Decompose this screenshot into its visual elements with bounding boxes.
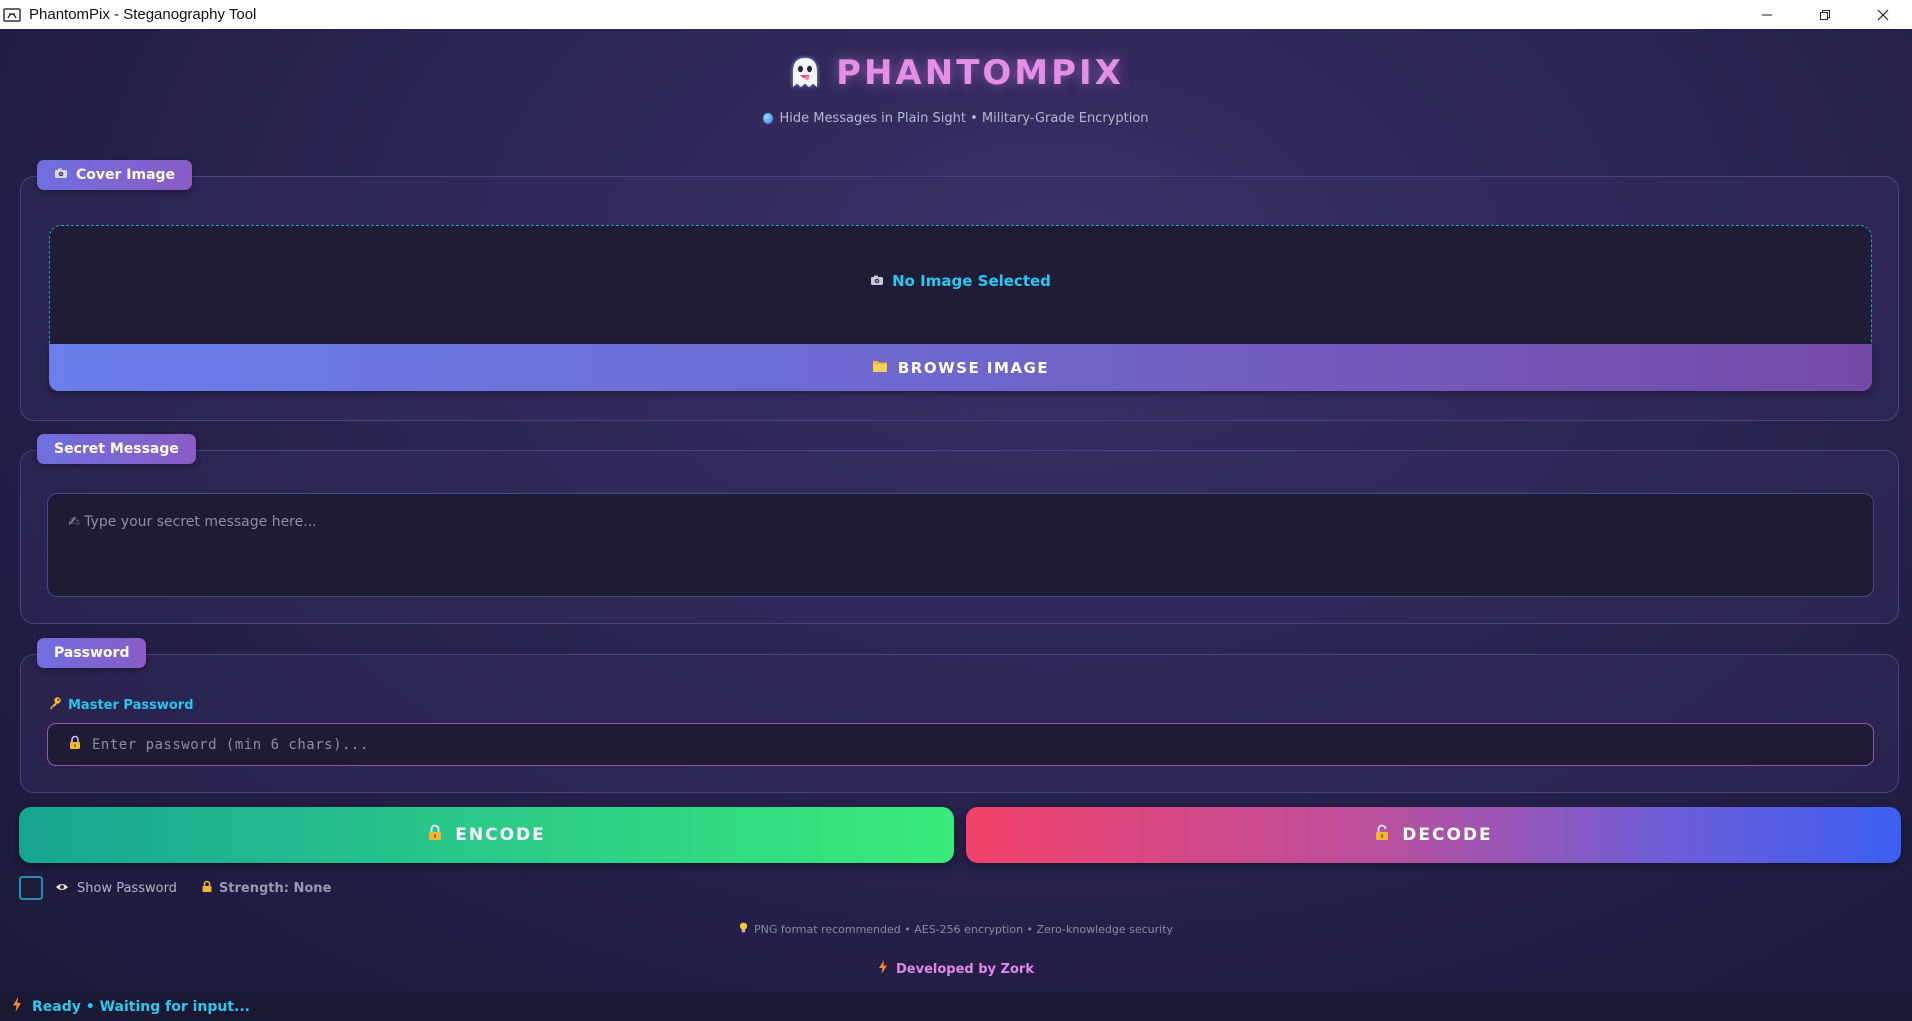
folder-icon <box>872 359 888 377</box>
encode-button[interactable]: ENCODE <box>19 807 954 863</box>
drop-icon <box>763 113 774 124</box>
footer-note: PNG format recommended • AES-256 encrypt… <box>0 922 1912 937</box>
secret-message-label: Secret Message <box>37 434 196 464</box>
app-header: PHANTOMPIX Hide Messages in Plain Sight … <box>0 53 1912 126</box>
lock-icon <box>427 824 443 846</box>
close-button[interactable] <box>1854 0 1912 29</box>
encode-label: ENCODE <box>455 825 546 845</box>
lightning-icon <box>878 960 888 978</box>
window-controls <box>1738 0 1912 29</box>
app-icon <box>3 7 21 23</box>
strength-text: Strength: None <box>218 880 332 896</box>
developer-credit: Developed by Zork <box>0 960 1912 978</box>
lock-icon <box>68 735 82 754</box>
tagline: Hide Messages in Plain Sight • Military-… <box>0 111 1912 126</box>
secret-message-input[interactable]: ✍ Type your secret message here... <box>47 493 1874 597</box>
lightbulb-icon <box>739 922 748 937</box>
status-text: Ready • Waiting for input... <box>32 998 250 1015</box>
restore-icon <box>1820 9 1830 20</box>
secret-message-label-text: Secret Message <box>54 441 179 457</box>
window-titlebar: PhantomPix - Steganography Tool <box>0 0 1912 29</box>
credit-text: Developed by Zork <box>896 961 1034 977</box>
cover-image-label: Cover Image <box>37 160 193 190</box>
key-icon <box>48 696 62 714</box>
message-placeholder: ✍ Type your secret message here... <box>68 514 317 530</box>
camera-icon <box>870 271 884 290</box>
close-icon <box>1877 9 1889 20</box>
decode-label: DECODE <box>1402 825 1493 845</box>
master-password-label: Master Password <box>48 696 194 714</box>
cover-image-label-text: Cover Image <box>76 167 176 183</box>
status-bar: Ready • Waiting for input... <box>0 992 1912 1021</box>
eye-icon <box>55 881 69 896</box>
app-title: PHANTOMPIX <box>836 53 1124 93</box>
password-input[interactable]: Enter password (min 6 chars)... <box>47 723 1874 766</box>
restore-button[interactable] <box>1796 0 1854 29</box>
decode-button[interactable]: DECODE <box>966 807 1901 863</box>
minimize-icon <box>1762 14 1772 15</box>
window-title: PhantomPix - Steganography Tool <box>29 6 257 23</box>
minimize-button[interactable] <box>1738 0 1796 29</box>
ghost-icon <box>788 54 822 92</box>
image-dropzone[interactable]: No Image Selected <box>49 225 1872 345</box>
options-row: Show Password Strength: None <box>19 876 331 900</box>
lightning-icon <box>12 997 22 1016</box>
show-password-label[interactable]: Show Password <box>77 881 177 896</box>
lock-icon <box>201 880 213 897</box>
tagline-text: Hide Messages in Plain Sight • Military-… <box>779 111 1149 126</box>
master-password-label-text: Master Password <box>68 697 194 713</box>
show-password-checkbox[interactable] <box>19 876 43 900</box>
unlock-icon <box>1374 824 1390 846</box>
password-label-text: Password <box>54 645 130 661</box>
browse-image-label: BROWSE IMAGE <box>897 358 1050 377</box>
logo-row: PHANTOMPIX <box>0 53 1912 93</box>
image-status: No Image Selected <box>892 271 1051 290</box>
strength-indicator: Strength: None <box>201 880 331 897</box>
password-placeholder: Enter password (min 6 chars)... <box>92 736 369 753</box>
password-label: Password <box>37 638 147 668</box>
browse-image-button[interactable]: BROWSE IMAGE <box>49 344 1872 391</box>
footer-note-text: PNG format recommended • AES-256 encrypt… <box>753 923 1174 936</box>
camera-icon <box>54 167 68 183</box>
